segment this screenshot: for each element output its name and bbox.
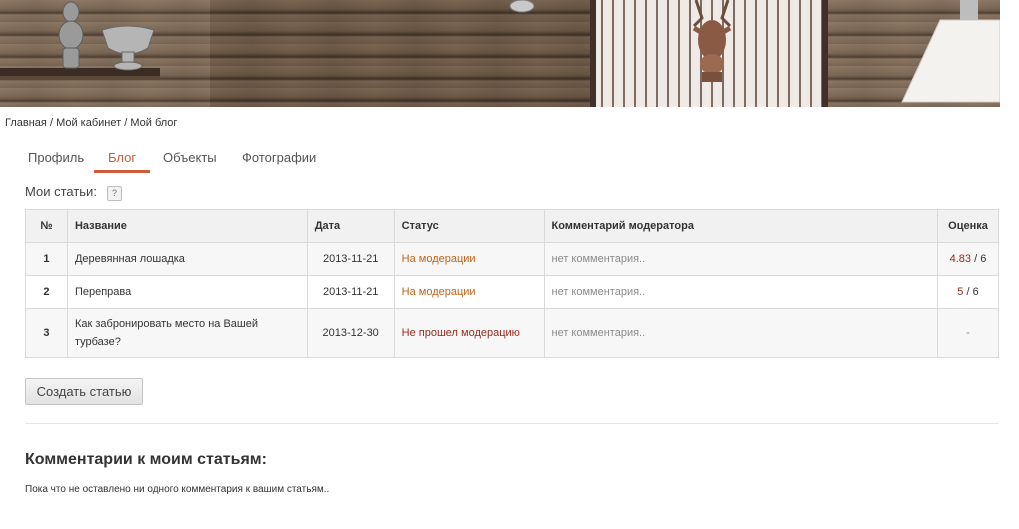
- table-row[interactable]: 1 Деревянная лошадка 2013-11-21 На модер…: [25, 242, 1000, 276]
- article-title[interactable]: Переправа: [66, 275, 308, 309]
- breadcrumb-current: Мой блог: [130, 117, 178, 129]
- column-header-number: №: [25, 209, 68, 243]
- deer-trophy-image: [692, 0, 732, 82]
- column-header-moderator-comment: Комментарий модератора: [543, 209, 938, 243]
- score-max: / 6: [971, 253, 987, 265]
- table-row[interactable]: 2 Переправа 2013-11-21 На модерации нет …: [25, 275, 1000, 309]
- tab-blog[interactable]: Блог: [94, 145, 151, 173]
- breadcrumb-home-link[interactable]: Главная: [5, 117, 47, 129]
- article-status: На модерации: [393, 242, 545, 276]
- banner-bottom-line: [0, 107, 1019, 108]
- breadcrumb: Главная / Мой кабинет / Мой блог: [5, 117, 177, 129]
- score-value: 4.83: [949, 253, 972, 265]
- moderator-comment: нет комментария..: [543, 275, 938, 309]
- article-score: 4.83 / 6: [936, 242, 1000, 276]
- banner-blind-frame-left: [590, 0, 596, 107]
- shelf-decor-image: [0, 1, 160, 80]
- lamp-shade-image: [901, 0, 1000, 103]
- comments-section-title: Комментарии к моим статьям:: [25, 451, 267, 468]
- score-max: / 6: [963, 286, 979, 298]
- column-header-score: Оценка: [936, 209, 1000, 243]
- header-banner: [0, 0, 1000, 107]
- comments-empty-message: Пока что не оставлено ни одного коммента…: [25, 484, 330, 495]
- moderator-comment: нет комментария..: [543, 242, 938, 276]
- score-max: -: [966, 327, 970, 339]
- article-score: 5 / 6: [936, 275, 1000, 309]
- article-status: На модерации: [393, 275, 545, 309]
- column-header-title: Название: [66, 209, 308, 243]
- breadcrumb-cabinet-link[interactable]: Мой кабинет: [56, 117, 121, 129]
- article-score: -: [936, 308, 1000, 358]
- column-header-date: Дата: [306, 209, 395, 243]
- article-date: 2013-12-30: [306, 308, 395, 358]
- tab-profile[interactable]: Профиль: [14, 145, 98, 173]
- tab-objects[interactable]: Объекты: [149, 145, 231, 173]
- tab-photos[interactable]: Фотографии: [228, 145, 330, 173]
- table-header-row: № Название Дата Статус Комментарий модер…: [25, 209, 1000, 243]
- row-number: 2: [25, 275, 68, 309]
- article-date: 2013-11-21: [306, 275, 395, 309]
- row-number: 3: [25, 308, 68, 358]
- table-row[interactable]: 3 Как забронировать место на Вашей турба…: [25, 308, 1000, 358]
- row-number: 1: [25, 242, 68, 276]
- article-date: 2013-11-21: [306, 242, 395, 276]
- article-title[interactable]: Деревянная лошадка: [66, 242, 308, 276]
- lamp-decor-image: [509, 0, 535, 13]
- question-icon[interactable]: ?: [107, 186, 122, 201]
- column-header-status: Статус: [393, 209, 545, 243]
- article-status: Не прошел модерацию: [393, 308, 545, 358]
- section-divider: [25, 423, 999, 424]
- create-article-button[interactable]: Создать статью: [25, 378, 143, 405]
- articles-table: № Название Дата Статус Комментарий модер…: [25, 209, 1000, 358]
- my-articles-label: Мои статьи:: [25, 184, 97, 199]
- moderator-comment: нет комментария..: [543, 308, 938, 358]
- article-title[interactable]: Как забронировать место на Вашей турбазе…: [66, 308, 308, 358]
